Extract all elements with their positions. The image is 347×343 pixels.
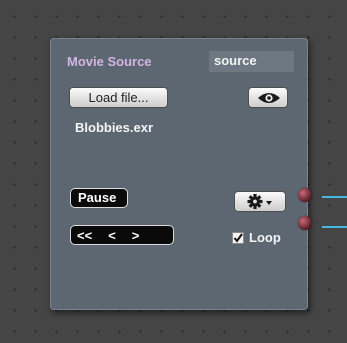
eye-icon — [258, 93, 280, 103]
connection-wire-top — [322, 196, 347, 198]
playback-nav-group: << < > — [70, 225, 174, 245]
loop-checkbox[interactable] — [232, 231, 244, 244]
pause-button[interactable]: Pause — [70, 188, 128, 208]
load-file-button[interactable]: Load file... — [69, 87, 168, 108]
connection-wire-bottom — [322, 226, 347, 228]
loaded-filename: Blobbies.exr — [75, 120, 154, 135]
loop-toggle[interactable]: Loop — [232, 230, 281, 245]
node-name-field[interactable]: source — [209, 51, 294, 72]
preview-button[interactable] — [248, 87, 288, 108]
movie-source-node[interactable]: Movie Source source Load file... Blobbie… — [50, 38, 312, 310]
settings-menu-button[interactable] — [234, 191, 286, 212]
prev-frame-button[interactable]: < — [108, 228, 116, 243]
output-port-bottom[interactable] — [298, 216, 312, 230]
next-frame-button[interactable]: > — [132, 228, 140, 243]
gear-icon — [247, 194, 272, 209]
rewind-button[interactable]: << — [77, 228, 92, 243]
output-port-top[interactable] — [298, 188, 312, 202]
chevron-down-icon — [266, 201, 272, 205]
loop-label: Loop — [249, 230, 281, 245]
checkmark-icon — [233, 232, 243, 243]
node-title: Movie Source — [67, 54, 152, 69]
